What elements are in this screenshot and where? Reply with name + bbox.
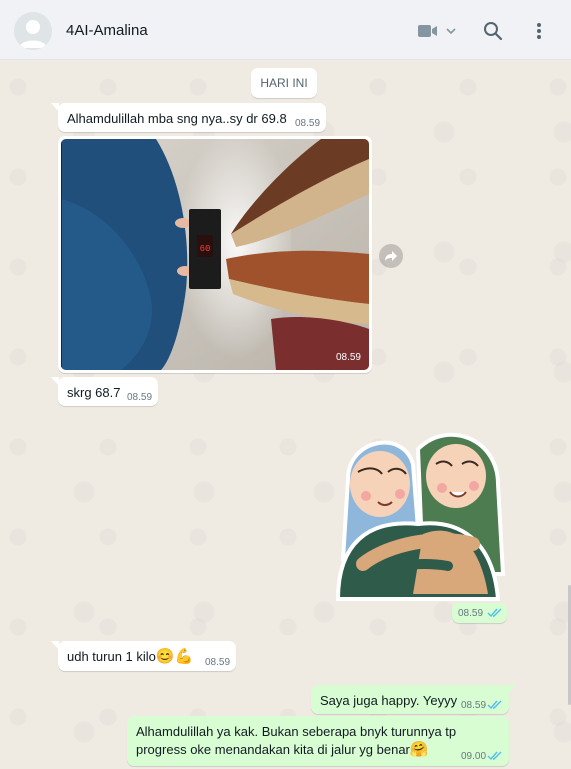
message-time: 08.59 <box>461 700 487 711</box>
default-avatar-icon <box>14 12 52 50</box>
message-bubble-incoming[interactable]: Alhamdulillah mba sng nya..sy dr 69.8 08… <box>51 103 326 132</box>
message-bubble-incoming[interactable]: udh turun 1 kilo😊💪 08.59 <box>51 641 236 671</box>
bubble-tail <box>508 685 516 694</box>
message-bubble-incoming[interactable]: skrg 68.7 08.59 <box>51 377 158 406</box>
read-ticks-icon <box>487 751 502 761</box>
message-time: 08.59 <box>127 392 153 403</box>
forward-icon <box>385 251 397 261</box>
message-image[interactable]: 60 08.59 <box>61 139 369 370</box>
message-text-line-1: Alhamdulillah ya kak. Bukan seberapa bny… <box>136 724 457 739</box>
video-call-icon <box>418 25 437 37</box>
menu-icon <box>537 23 541 39</box>
image-message[interactable]: 60 08.59 <box>58 136 372 373</box>
video-call-button[interactable] <box>418 18 458 44</box>
search-button[interactable] <box>483 18 503 44</box>
sticker-message[interactable] <box>328 424 508 604</box>
bubble-tail <box>51 641 59 650</box>
search-icon <box>484 22 503 41</box>
message-time: 09.00 <box>461 751 487 762</box>
chat-header: 4AI-Amalina <box>0 0 571 60</box>
read-ticks-icon <box>487 700 502 710</box>
svg-text:60: 60 <box>200 244 211 254</box>
sticker-time-badge: 08.59 <box>452 603 507 623</box>
chevron-down-icon <box>446 28 456 35</box>
read-ticks-icon <box>487 608 502 618</box>
scale-photo: 60 <box>61 139 369 370</box>
avatar[interactable] <box>14 12 52 50</box>
message-text-line-2: progress oke menandakan kita di jalur yg… <box>136 741 429 758</box>
image-time: 08.59 <box>335 352 361 363</box>
menu-button[interactable] <box>534 18 544 44</box>
bubble-tail <box>51 377 59 386</box>
hug-sticker <box>335 432 506 601</box>
smile-emoji: 😊 <box>155 648 175 665</box>
flexed-biceps-emoji: 💪 <box>174 648 194 665</box>
message-bubble-outgoing[interactable]: Saya juga happy. Yeyyy 08.59 <box>311 685 516 714</box>
message-bubble-outgoing[interactable]: Alhamdulillah ya kak. Bukan seberapa bny… <box>127 716 509 766</box>
message-text: Alhamdulillah mba sng nya..sy dr 69.8 <box>67 111 287 126</box>
hugging-emoji: 🤗 <box>409 741 429 758</box>
message-time: 08.59 <box>295 118 321 129</box>
message-time: 08.59 <box>205 657 231 668</box>
date-divider: HARI INI <box>251 68 317 98</box>
bubble-tail <box>51 103 59 112</box>
message-text: udh turun 1 kilo😊💪 <box>67 648 194 665</box>
message-time: 08.59 <box>458 608 484 619</box>
message-text: Saya juga happy. Yeyyy <box>320 693 458 708</box>
contact-name[interactable]: 4AI-Amalina <box>66 22 148 39</box>
message-text: skrg 68.7 <box>67 385 121 400</box>
forward-button[interactable] <box>379 244 403 268</box>
